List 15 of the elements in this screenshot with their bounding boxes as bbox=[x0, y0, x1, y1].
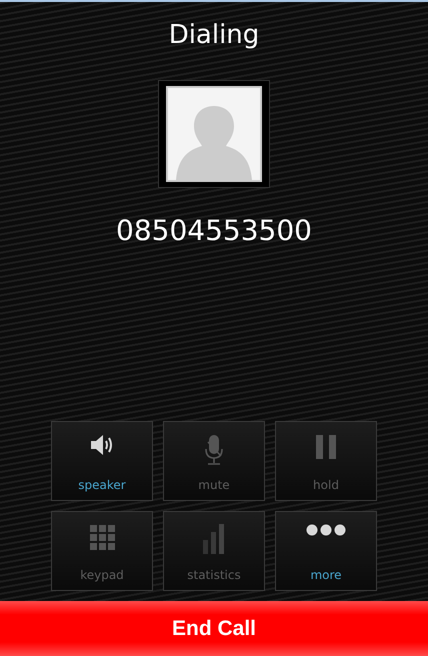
pause-icon bbox=[315, 434, 337, 460]
hold-button[interactable]: hold bbox=[275, 421, 377, 501]
end-call-button[interactable]: End Call bbox=[0, 601, 428, 656]
phone-number: 08504553500 bbox=[116, 214, 312, 248]
call-status: Dialing bbox=[168, 19, 260, 52]
more-button[interactable]: more bbox=[275, 511, 377, 591]
statistics-button[interactable]: statistics bbox=[163, 511, 265, 591]
more-icon bbox=[306, 524, 346, 536]
speaker-button[interactable]: speaker bbox=[51, 421, 153, 501]
signal-bars-icon bbox=[202, 524, 226, 554]
microphone-icon bbox=[204, 434, 224, 466]
speaker-icon bbox=[89, 434, 115, 456]
keypad-icon bbox=[89, 524, 115, 550]
mute-button[interactable]: mute bbox=[163, 421, 265, 501]
keypad-button[interactable]: keypad bbox=[51, 511, 153, 591]
